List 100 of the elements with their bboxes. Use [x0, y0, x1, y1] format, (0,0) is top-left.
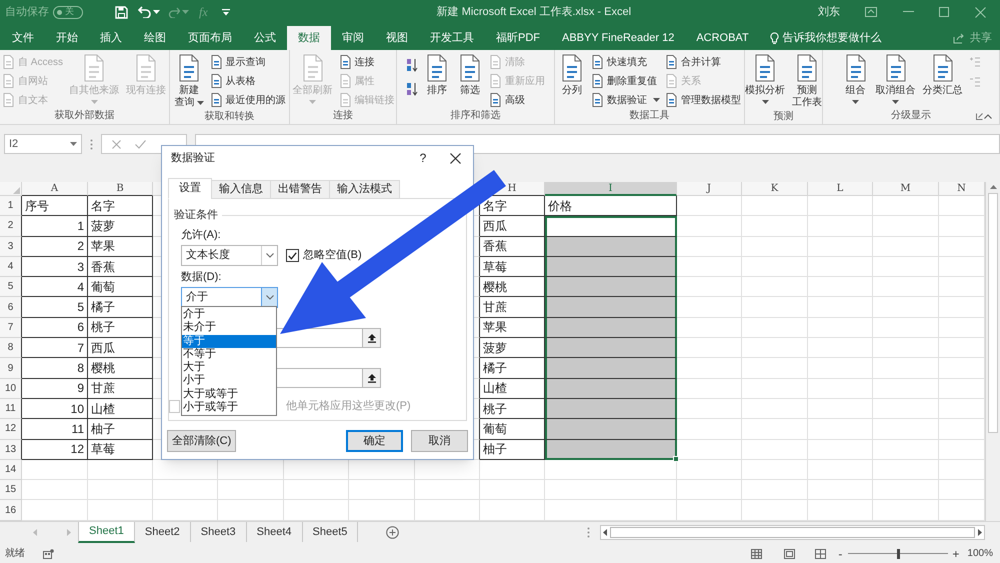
row-header[interactable]: 3 [0, 236, 22, 257]
dialog-tab[interactable]: 输入信息 [211, 180, 271, 199]
row-header[interactable]: 13 [0, 440, 22, 460]
ribbon-tab[interactable]: 视图 [375, 26, 419, 50]
ribbon-button[interactable]: 组合 [842, 54, 870, 104]
column-header[interactable]: A [22, 182, 88, 196]
column-header[interactable]: J [677, 182, 742, 196]
dropdown-option[interactable]: 大于或等于 [182, 388, 276, 402]
table-cell[interactable]: 甘蔗 [88, 378, 153, 399]
ribbon-button[interactable]: 模拟分析 [744, 54, 786, 104]
row-header[interactable]: 1 [0, 196, 22, 216]
ribbon-tab[interactable]: 公式 [243, 26, 287, 50]
ribbon-button[interactable]: 预测 工作表 [791, 54, 823, 109]
ribbon-tab[interactable]: 页面布局 [177, 26, 243, 50]
ribbon-button[interactable]: 管理数据模型 [665, 92, 741, 108]
ribbon-button[interactable]: 新建 查询 [174, 54, 204, 109]
row-header[interactable]: 9 [0, 358, 22, 379]
table-cell[interactable]: 柚子 [88, 419, 153, 440]
table-cell[interactable]: 菠萝 [88, 216, 153, 237]
table-cell[interactable]: 草莓 [88, 440, 153, 460]
column-header[interactable]: K [742, 182, 808, 196]
row-header[interactable]: 8 [0, 338, 22, 358]
table-cell[interactable]: 11 [22, 419, 88, 440]
table-cell[interactable]: 葡萄 [88, 277, 153, 298]
table-cell[interactable]: 苹果 [88, 236, 153, 257]
table-cell[interactable]: 5 [22, 297, 88, 318]
name-box[interactable]: I2 [4, 134, 82, 154]
ribbon-tab[interactable]: 审阅 [331, 26, 375, 50]
ribbon-tab[interactable]: ABBYY FineReader 12 [551, 26, 686, 50]
sheet-tab[interactable]: Sheet4 [246, 522, 302, 542]
table-cell[interactable]: 3 [22, 256, 88, 278]
dialog-tab[interactable]: 输入法模式 [329, 180, 400, 199]
row-header[interactable]: 12 [0, 419, 22, 440]
ribbon-tab[interactable]: 开发工具 [419, 26, 485, 50]
dialog-tab[interactable]: 设置 [168, 178, 212, 199]
table-cell[interactable]: 樱桃 [88, 358, 153, 379]
sheet-tab[interactable]: Sheet1 [78, 522, 135, 543]
table-cell[interactable]: 桃子 [88, 318, 153, 338]
row-header[interactable]: 6 [0, 297, 22, 318]
row-header[interactable]: 15 [0, 480, 22, 500]
table-cell[interactable]: 西瓜 [480, 216, 545, 237]
column-header[interactable]: B [88, 182, 153, 196]
row-header[interactable]: 11 [0, 398, 22, 420]
ribbon-button[interactable]: 删除重复值 [591, 73, 660, 89]
ribbon-tab[interactable]: 绘图 [133, 26, 177, 50]
table-cell[interactable]: 8 [22, 358, 88, 379]
table-cell[interactable]: 香蕉 [88, 256, 153, 278]
column-header[interactable]: M [873, 182, 939, 196]
column-header[interactable]: I [545, 182, 677, 196]
dropdown-option[interactable]: 不等于 [182, 348, 276, 362]
dropdown-option[interactable]: 小于或等于 [182, 401, 276, 414]
sheet-tab[interactable]: Sheet3 [190, 522, 247, 542]
zoom-out-button[interactable]: - [838, 544, 842, 562]
ribbon-button[interactable]: 快速填充 [591, 54, 660, 70]
table-cell[interactable]: 价格 [545, 196, 677, 216]
table-cell[interactable]: 7 [22, 338, 88, 358]
ribbon-button[interactable]: 排序 [423, 54, 451, 97]
table-cell[interactable]: 6 [22, 318, 88, 338]
dropdown-option[interactable]: 介于 [182, 308, 276, 322]
dialog-button[interactable]: 取消 [411, 430, 468, 452]
dialog-tab[interactable]: 出错警告 [270, 180, 330, 199]
dropdown-option[interactable]: 等于 [182, 334, 276, 348]
ribbon-button[interactable]: 数据验证 [591, 92, 660, 108]
row-header[interactable]: 16 [0, 500, 22, 521]
table-cell[interactable]: 4 [22, 277, 88, 298]
row-header[interactable]: 2 [0, 216, 22, 237]
dropdown-option[interactable]: 未介于 [182, 321, 276, 335]
ribbon-button[interactable]: 高级 [489, 92, 545, 108]
sheet-tab[interactable]: Sheet5 [302, 522, 358, 542]
dropdown-option[interactable]: 大于 [182, 361, 276, 374]
ribbon-tab[interactable]: 数据 [287, 26, 331, 50]
table-cell[interactable]: 名字 [88, 196, 153, 216]
ribbon-button[interactable]: 合并计算 [665, 54, 741, 70]
ribbon-tab[interactable]: 开始 [45, 26, 89, 50]
ribbon-tab[interactable]: 福昕PDF [485, 26, 551, 50]
row-header[interactable]: 7 [0, 318, 22, 338]
dialog-button[interactable]: 确定 [346, 430, 403, 452]
table-cell[interactable]: 山楂 [88, 398, 153, 420]
ribbon-tab[interactable]: 文件 [1, 26, 45, 50]
ribbon-button[interactable]: 取消组合 [874, 54, 916, 104]
table-cell[interactable]: 橘子 [88, 297, 153, 318]
help-button[interactable]: ? [409, 149, 437, 167]
ribbon-button[interactable]: 从表格 [210, 73, 286, 89]
row-header[interactable]: 14 [0, 460, 22, 480]
ribbon-button[interactable]: 筛选 [456, 54, 484, 97]
table-cell[interactable]: 1 [22, 216, 88, 237]
table-cell[interactable]: 序号 [22, 196, 88, 216]
column-header[interactable]: N [939, 182, 985, 196]
dialog-button[interactable]: 全部清除(C) [167, 430, 236, 452]
table-cell[interactable]: 西瓜 [88, 338, 153, 358]
row-header[interactable]: 4 [0, 256, 22, 278]
sheet-tab[interactable]: Sheet2 [134, 522, 191, 542]
ribbon-tab[interactable]: ACROBAT [685, 26, 760, 50]
column-header[interactable]: L [808, 182, 873, 196]
ribbon-button[interactable]: 最近使用的源 [210, 92, 286, 108]
ribbon-button[interactable]: 分类汇总 [922, 54, 964, 97]
row-header[interactable]: 5 [0, 277, 22, 298]
table-cell[interactable]: 12 [22, 440, 88, 460]
search-field[interactable]: 告诉我你想要做什么 [782, 30, 882, 46]
ribbon-button[interactable]: 分列 [558, 54, 586, 97]
